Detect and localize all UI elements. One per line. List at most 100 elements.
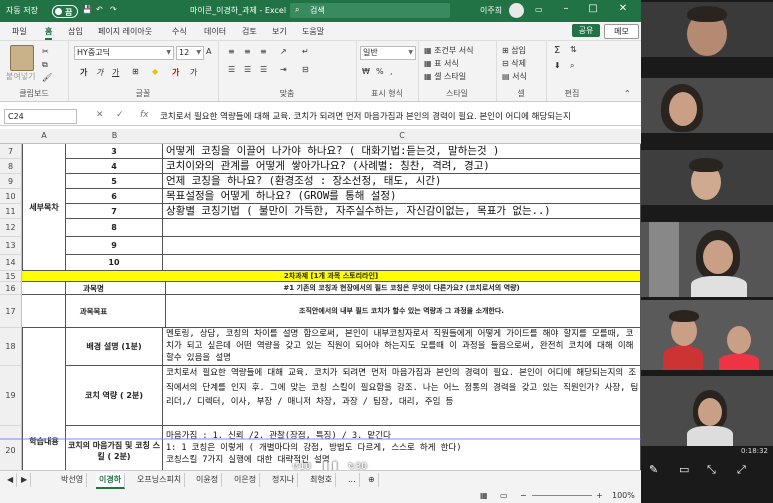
mindset-cell[interactable]: 마음가짐 : 1. 신뢰 /2. 관찰(장점, 특징) / 3. 맡긴다 1: … <box>163 426 641 470</box>
align-center-icon[interactable]: ☰ <box>244 65 251 74</box>
font-name-select[interactable]: HY중고딕 ▼ <box>74 46 174 60</box>
sheet-tab[interactable]: 최형호 <box>307 473 337 487</box>
fullscreen-icon[interactable]: ⤢ <box>737 463 746 477</box>
prev-sheet-icon[interactable]: ◀ <box>4 473 18 487</box>
grow-font-icon[interactable]: A <box>206 47 211 56</box>
tab-view[interactable]: 보기 <box>272 26 287 37</box>
zoom-slider[interactable] <box>532 495 592 496</box>
cell-c9[interactable]: 언제 코칭을 하나요? (환경조성 : 장소선정, 태도, 시간) <box>163 174 641 189</box>
sheet-tab-more[interactable]: ... <box>345 473 360 487</box>
cell-c7[interactable]: 어떻게 코칭을 이끌어 나가야 하나요? ( 대화기법:듣는것, 말하는것 ) <box>163 144 641 159</box>
conditional-format-button[interactable]: ▦ 조건부 서식 <box>424 45 473 56</box>
table-format-button[interactable]: ▦ 표 서식 <box>424 58 459 69</box>
mindset-label[interactable]: 코치의 마음가짐 및 코칭 스킬 ( 2분) <box>66 426 163 470</box>
caption-icon[interactable]: ▭ <box>679 463 689 476</box>
row-header[interactable]: 14 <box>0 255 22 271</box>
font-color-icon[interactable]: 가 <box>172 67 179 78</box>
sheet-tab[interactable]: 정지나 <box>269 473 299 487</box>
subject-goal-value[interactable]: 조직안에서의 내부 필드 코치가 할수 있는 역량과 그 과정을 소개한다. <box>163 295 641 328</box>
ribbon-display-icon[interactable]: ▭ <box>535 5 543 14</box>
save-icon[interactable]: 💾 <box>82 5 92 14</box>
number-format-select[interactable]: 일반 ▼ <box>360 46 416 60</box>
tab-data[interactable]: 데이터 <box>204 26 226 37</box>
spreadsheet-grid[interactable]: A B C 7 8 9 10 11 12 13 14 15 16 17 18 1… <box>0 129 641 470</box>
participant-tile[interactable] <box>641 78 773 133</box>
sheet-tab[interactable]: 오프닝스피치 <box>134 473 186 487</box>
minimize-video-icon[interactable]: ⤡ <box>707 463 716 477</box>
fill-icon[interactable]: ⬇ <box>554 61 561 70</box>
border-icon[interactable]: ⊞ <box>132 67 139 76</box>
row-header[interactable]: 19 <box>0 366 22 426</box>
video-progress-bar[interactable] <box>0 438 641 440</box>
tab-insert[interactable]: 삽입 <box>68 26 83 37</box>
sheet-tab[interactable]: 이은정 <box>231 473 261 487</box>
copy-icon[interactable]: ⧉ <box>42 60 48 70</box>
sheet-tab[interactable]: 이윤정 <box>193 473 223 487</box>
tab-help[interactable]: 도움말 <box>302 26 324 37</box>
column-header-a[interactable]: A <box>22 129 67 144</box>
merge-cells-icon[interactable]: ⊟ <box>302 65 309 74</box>
tab-file[interactable]: 파일 <box>12 26 27 37</box>
cut-icon[interactable]: ✂ <box>42 47 49 56</box>
bold-icon[interactable]: 가 <box>80 67 87 78</box>
coach-competency-label[interactable]: 코치 역량 ( 2분) <box>66 366 163 426</box>
orientation-icon[interactable]: ↗ <box>280 47 287 56</box>
pen-icon[interactable]: ✎ <box>649 463 658 476</box>
wrap-text-icon[interactable]: ↵ <box>302 47 309 56</box>
paste-icon[interactable] <box>10 45 34 71</box>
cell-style-button[interactable]: ▦ 셀 스타일 <box>424 71 466 82</box>
find-icon[interactable]: ⌕ <box>570 61 574 71</box>
autosave-toggle[interactable]: 끔 <box>52 5 78 18</box>
format-painter-icon[interactable]: 🖌 <box>42 73 52 82</box>
avatar[interactable] <box>509 3 524 18</box>
participant-tile[interactable] <box>641 2 773 57</box>
font-size-select[interactable]: 12 ▼ <box>176 46 204 60</box>
sheet-tab-active[interactable]: 이경하 <box>96 473 126 489</box>
minimize-button[interactable]: – <box>555 3 577 18</box>
align-top-icon[interactable]: ≡ <box>228 47 235 56</box>
cell-c12[interactable] <box>163 219 641 237</box>
percent-icon[interactable]: % <box>376 67 384 76</box>
zoom-in-icon[interactable]: + <box>596 491 603 500</box>
paste-label[interactable]: 붙여넣기 <box>6 71 35 82</box>
column-header-c[interactable]: C <box>163 129 641 144</box>
cell-b11[interactable]: 7 <box>66 204 163 219</box>
add-sheet-icon[interactable]: ⊕ <box>365 473 379 487</box>
next-sheet-icon[interactable]: ▶ <box>18 473 32 487</box>
share-button[interactable]: 공유 <box>572 24 600 37</box>
cell-c14[interactable] <box>163 255 641 271</box>
phonetic-icon[interactable]: 가 <box>190 67 197 78</box>
indent-icon[interactable]: ⇥ <box>280 65 287 74</box>
page-layout-view-icon[interactable]: ▭ <box>500 491 508 500</box>
row-header[interactable]: 10 <box>0 189 22 204</box>
cell-b9[interactable]: 5 <box>66 174 163 189</box>
align-middle-icon[interactable]: ≡ <box>244 47 251 56</box>
tab-page-layout[interactable]: 페이지 레이아웃 <box>98 26 152 37</box>
comma-icon[interactable]: , <box>390 67 393 76</box>
delete-cells-button[interactable]: ⊟ 삭제 <box>502 58 526 69</box>
sort-filter-icon[interactable]: ⇅ <box>570 45 577 54</box>
user-name[interactable]: 이주희 <box>480 5 502 16</box>
row-header[interactable]: 8 <box>0 159 22 174</box>
section-banner[interactable]: 2차과제 [1개 과목 스토리라인] <box>22 271 641 282</box>
formula-input[interactable]: 코치로서 필요한 역량들에 대해 교육. 코치가 되려면 먼저 마음가짐과 본인… <box>160 110 638 122</box>
align-right-icon[interactable]: ☰ <box>260 65 267 74</box>
collapse-ribbon-icon[interactable]: ⌃ <box>624 89 631 98</box>
italic-icon[interactable]: 가 <box>96 67 103 78</box>
row-header[interactable]: 17 <box>0 295 22 328</box>
cell-b8[interactable]: 4 <box>66 159 163 174</box>
close-button[interactable]: ✕ <box>612 3 634 18</box>
row-header[interactable]: 20 <box>0 426 22 470</box>
cell-b13[interactable]: 9 <box>66 237 163 255</box>
cell-c11[interactable]: 상황별 코칭기법 ( 불만이 가득한, 자주실수하는, 자신감이없는, 목표가 … <box>163 204 641 219</box>
row-header[interactable]: 7 <box>0 144 22 159</box>
background-label[interactable]: 배경 설명 (1분) <box>66 328 163 366</box>
underline-icon[interactable]: 가 <box>112 67 119 78</box>
restore-button[interactable]: □ <box>582 3 604 18</box>
search-box[interactable]: ⌕ 검색 <box>290 3 450 18</box>
undo-icon[interactable]: ↶ <box>96 5 103 14</box>
cell-b14[interactable]: 10 <box>66 255 163 271</box>
content-label-cell[interactable]: 학습내용 <box>22 328 66 470</box>
fill-color-icon[interactable]: ◆ <box>152 67 158 76</box>
tab-formulas[interactable]: 수식 <box>172 26 187 37</box>
